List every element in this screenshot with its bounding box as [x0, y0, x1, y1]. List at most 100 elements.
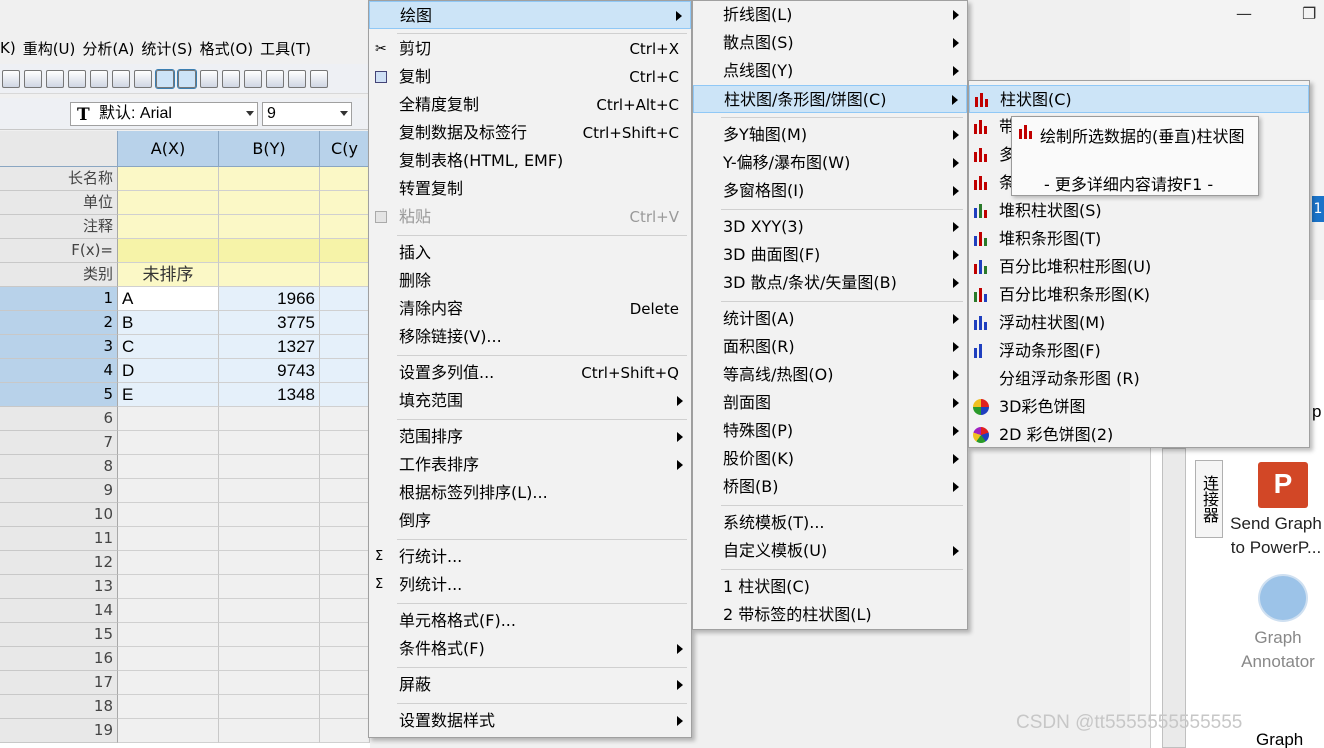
cell-b[interactable] [219, 719, 320, 743]
row-number[interactable]: 4 [0, 359, 118, 383]
cell-c[interactable] [320, 335, 370, 359]
menu-item-set-column-values[interactable]: 设置多列值... Ctrl+Shift+Q [369, 359, 691, 387]
menu-item-floating-bar[interactable]: 浮动条形图(F) [969, 337, 1309, 365]
menu-item-stacked-bar[interactable]: 堆积条形图(T) [969, 225, 1309, 253]
row-number[interactable]: 6 [0, 407, 118, 431]
send-graph-app[interactable]: Send Graph to PowerP... [1228, 512, 1324, 560]
menu-item-3d-pie[interactable]: 3D彩色饼图 [969, 393, 1309, 421]
menu-item-fill-range[interactable]: 填充范围 [369, 387, 691, 415]
cell-c[interactable] [320, 623, 370, 647]
cell-c[interactable] [320, 311, 370, 335]
column-header-b[interactable]: B(Y) [219, 131, 320, 167]
menu-item-multi-panel[interactable]: 多窗格图(I) [693, 177, 967, 205]
cell-c[interactable] [320, 695, 370, 719]
graph-annotator-icon[interactable] [1258, 574, 1308, 622]
toolbar-button[interactable] [24, 69, 42, 88]
cell-c[interactable] [320, 215, 370, 239]
menu-item-percent-stacked-column[interactable]: 百分比堆积柱形图(U) [969, 253, 1309, 281]
cell-c[interactable] [320, 575, 370, 599]
toolbar-button[interactable] [90, 69, 108, 88]
cell-a[interactable] [118, 455, 219, 479]
cell-a[interactable]: B [118, 311, 219, 335]
cell-c[interactable] [320, 455, 370, 479]
menu-format[interactable]: 格式(O) [200, 38, 261, 59]
cell-c[interactable] [320, 671, 370, 695]
menu-item-remove-link[interactable]: 移除链接(V)... [369, 323, 691, 351]
row-number[interactable]: 2 [0, 311, 118, 335]
cell-a[interactable] [118, 575, 219, 599]
graph-app-partial[interactable]: Graph [1256, 730, 1303, 748]
cell-b[interactable] [219, 623, 320, 647]
menu-item-profile[interactable]: 剖面图 [693, 389, 967, 417]
menu-statistics[interactable]: 统计(S) [141, 38, 199, 59]
row-number[interactable]: 3 [0, 335, 118, 359]
cell-a[interactable]: E [118, 383, 219, 407]
cell-a[interactable] [118, 431, 219, 455]
row-number[interactable]: 5 [0, 383, 118, 407]
cell-a[interactable] [118, 239, 219, 263]
menu-item-plot[interactable]: 绘图 [369, 1, 691, 29]
cell-a[interactable] [118, 167, 219, 191]
menu-item-recent-2[interactable]: 2 带标签的柱状图(L) [693, 601, 967, 629]
toolbar-button[interactable] [155, 68, 175, 89]
toolbar-button[interactable] [266, 69, 284, 88]
cell-c[interactable] [320, 551, 370, 575]
menu-item-data-style[interactable]: 设置数据样式 [369, 707, 691, 735]
font-select[interactable]: T 默认: Arial [70, 102, 258, 126]
cell-b[interactable] [219, 671, 320, 695]
cell-c[interactable] [320, 383, 370, 407]
cell-b[interactable]: 1327 [219, 335, 320, 359]
menu-item-bridge[interactable]: 桥图(B) [693, 473, 967, 501]
cell-b[interactable] [219, 527, 320, 551]
cell-a[interactable] [118, 647, 219, 671]
toolbar-button[interactable] [46, 69, 64, 88]
menu-item-floating-column[interactable]: 浮动柱状图(M) [969, 309, 1309, 337]
cell-c[interactable] [320, 479, 370, 503]
menu-item-grouped-floating-bar[interactable]: 分组浮动条形图 (R) [969, 365, 1309, 393]
cell-b[interactable] [219, 647, 320, 671]
menu-item-clear[interactable]: 清除内容 Delete [369, 295, 691, 323]
row-number[interactable]: 13 [0, 575, 118, 599]
cell-a[interactable] [118, 527, 219, 551]
cell-a[interactable]: 未排序 [118, 263, 219, 287]
cell-a[interactable] [118, 503, 219, 527]
toolbar-button[interactable] [244, 69, 262, 88]
cell-a[interactable] [118, 671, 219, 695]
menu-item-mask[interactable]: 屏蔽 [369, 671, 691, 699]
cell-c[interactable] [320, 503, 370, 527]
cell-b[interactable] [219, 263, 320, 287]
cell-b[interactable] [219, 455, 320, 479]
cell-b[interactable] [219, 167, 320, 191]
cell-b[interactable]: 1966 [219, 287, 320, 311]
menu-item-area[interactable]: 面积图(R) [693, 333, 967, 361]
cell-a[interactable]: C [118, 335, 219, 359]
cell-b[interactable] [219, 503, 320, 527]
menu-item-reverse[interactable]: 倒序 [369, 507, 691, 535]
row-number[interactable]: 16 [0, 647, 118, 671]
row-number[interactable]: 9 [0, 479, 118, 503]
row-number[interactable]: 15 [0, 623, 118, 647]
menu-item-contour[interactable]: 等高线/热图(O) [693, 361, 967, 389]
restore-icon[interactable]: ❐ [1302, 4, 1316, 23]
graph-annotator-app[interactable]: Graph Annotator [1232, 626, 1324, 674]
menu-item-full-precision-copy[interactable]: 全精度复制 Ctrl+Alt+C [369, 91, 691, 119]
cell-a[interactable]: A [118, 287, 219, 311]
cell-b[interactable] [219, 407, 320, 431]
cell-c[interactable] [320, 263, 370, 287]
menu-item-specialized[interactable]: 特殊图(P) [693, 417, 967, 445]
cell-a[interactable] [118, 215, 219, 239]
menu-item-recent-1[interactable]: 1 柱状图(C) [693, 573, 967, 601]
cell-a[interactable]: D [118, 359, 219, 383]
toolbar-button[interactable] [222, 69, 240, 88]
row-number[interactable]: 19 [0, 719, 118, 743]
menu-item-column[interactable]: 柱状图(C) [969, 85, 1309, 113]
menu-item-copy-table[interactable]: 复制表格(HTML, EMF) [369, 147, 691, 175]
menu-item-line[interactable]: 折线图(L) [693, 1, 967, 29]
menu-item-scatter[interactable]: 散点图(S) [693, 29, 967, 57]
cell-b[interactable] [219, 479, 320, 503]
cell-c[interactable] [320, 359, 370, 383]
menu-item-copy[interactable]: 复制 Ctrl+C [369, 63, 691, 91]
menu-analysis[interactable]: 分析(A) [82, 38, 141, 59]
cell-b[interactable] [219, 215, 320, 239]
menu-item-user-template[interactable]: 自定义模板(U) [693, 537, 967, 565]
